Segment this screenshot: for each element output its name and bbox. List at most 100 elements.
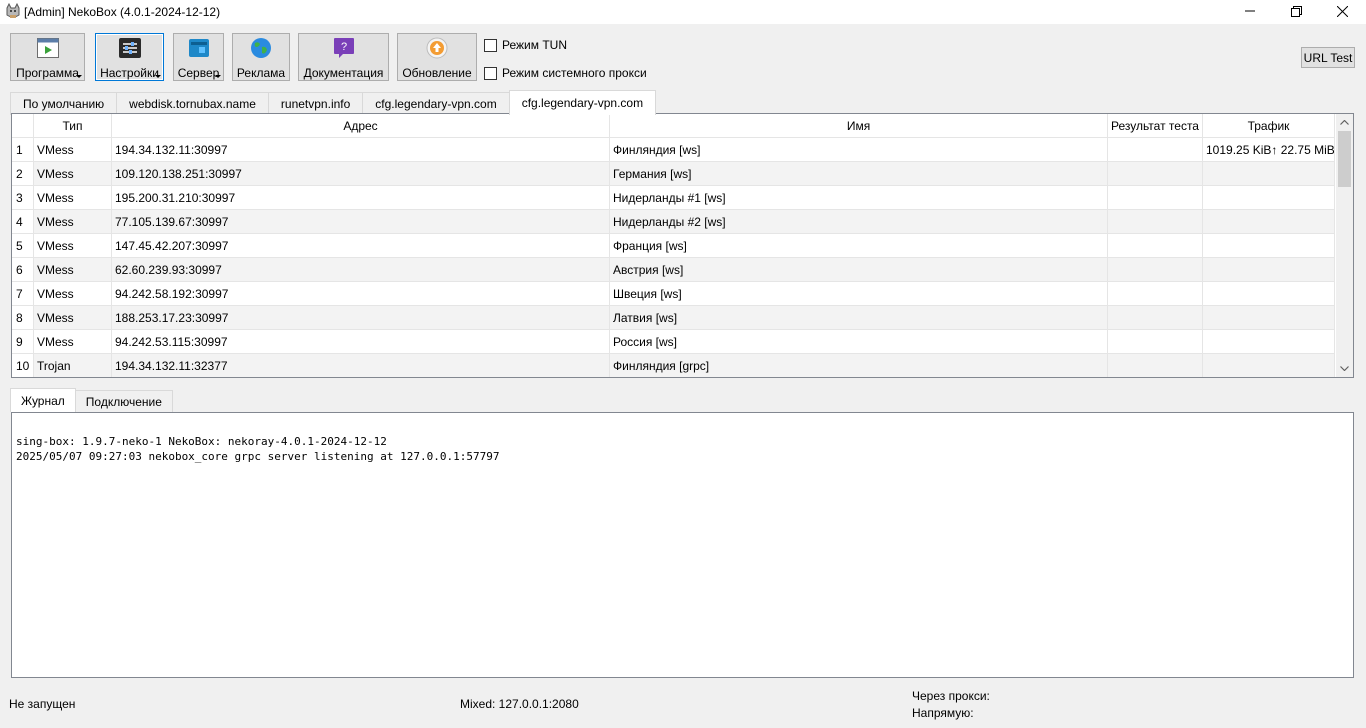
cell-address: 94.242.58.192:30997 bbox=[112, 282, 610, 306]
ads-button[interactable]: Реклама bbox=[232, 33, 290, 81]
svg-text:?: ? bbox=[340, 41, 346, 53]
log-output[interactable]: sing-box: 1.9.7-neko-1 NekoBox: nekoray-… bbox=[11, 412, 1354, 678]
tun-mode-label: Режим TUN bbox=[502, 38, 567, 52]
cell-test-result bbox=[1108, 306, 1203, 330]
cell-name: Латвия [ws] bbox=[610, 306, 1108, 330]
cell-name: Финляндия [ws] bbox=[610, 138, 1108, 162]
server-menu-button[interactable]: Сервер bbox=[173, 33, 224, 81]
globe-icon bbox=[250, 37, 272, 59]
tun-mode-checkbox-box[interactable] bbox=[484, 38, 497, 52]
tun-mode-checkbox[interactable]: Режим TUN bbox=[484, 38, 567, 52]
update-button[interactable]: Обновление bbox=[397, 33, 477, 81]
group-tab[interactable]: По умолчанию bbox=[10, 92, 118, 115]
tab-log[interactable]: Журнал bbox=[10, 388, 76, 412]
cell-name: Россия [ws] bbox=[610, 330, 1108, 354]
cell-address: 147.45.42.207:30997 bbox=[112, 234, 610, 258]
minimize-button[interactable] bbox=[1227, 0, 1273, 22]
table-row[interactable]: 9 VMess 94.242.53.115:30997 Россия [ws] bbox=[12, 330, 1335, 354]
cell-type: VMess bbox=[34, 282, 112, 306]
tab-connections[interactable]: Подключение bbox=[74, 390, 173, 412]
window-title: [Admin] NekoBox (4.0.1-2024-12-12) bbox=[24, 5, 221, 19]
row-number-header bbox=[12, 114, 34, 138]
cell-name: Нидерланды #2 [ws] bbox=[610, 210, 1108, 234]
scroll-up-arrow-icon[interactable] bbox=[1336, 114, 1353, 131]
table-row[interactable]: 4 VMess 77.105.139.67:30997 Нидерланды #2 [… bbox=[12, 210, 1335, 234]
chevron-down-icon bbox=[215, 75, 221, 78]
table-row[interactable]: 10 Trojan 194.34.132.11:32377 Финляндия [gr… bbox=[12, 354, 1335, 377]
update-icon bbox=[426, 37, 448, 59]
row-number: 8 bbox=[12, 306, 34, 330]
cell-traffic bbox=[1203, 258, 1335, 282]
scroll-down-arrow-icon[interactable] bbox=[1336, 360, 1353, 377]
status-via-proxy: Через прокси: bbox=[912, 689, 990, 703]
cell-address: 109.120.138.251:30997 bbox=[112, 162, 610, 186]
url-test-button[interactable]: URL Test bbox=[1301, 47, 1355, 68]
table-body: 1 VMess 194.34.132.11:30997 Финляндия [ws] 1… bbox=[12, 138, 1335, 377]
help-doc-icon: ? bbox=[333, 37, 355, 59]
cell-traffic bbox=[1203, 210, 1335, 234]
table-row[interactable]: 7 VMess 94.242.58.192:30997 Швеция [ws] bbox=[12, 282, 1335, 306]
settings-menu-button[interactable]: Настройки bbox=[95, 33, 164, 81]
restore-button[interactable] bbox=[1273, 0, 1319, 22]
table-scrollbar[interactable] bbox=[1336, 114, 1353, 377]
system-proxy-checkbox-box[interactable] bbox=[484, 66, 497, 80]
row-number: 3 bbox=[12, 186, 34, 210]
status-running-state: Не запущен bbox=[9, 697, 76, 711]
cell-address: 194.34.132.11:32377 bbox=[112, 354, 610, 377]
table-row[interactable]: 6 VMess 62.60.239.93:30997 Австрия [ws] bbox=[12, 258, 1335, 282]
cell-test-result bbox=[1108, 282, 1203, 306]
cell-type: VMess bbox=[34, 138, 112, 162]
row-number: 10 bbox=[12, 354, 34, 377]
settings-sliders-icon bbox=[118, 37, 141, 59]
column-header-address[interactable]: Адрес bbox=[112, 114, 610, 138]
row-number: 2 bbox=[12, 162, 34, 186]
cell-test-result bbox=[1108, 234, 1203, 258]
cell-traffic: 1019.25 KiB↑ 22.75 MiB↓ bbox=[1203, 138, 1335, 162]
cell-type: VMess bbox=[34, 210, 112, 234]
cell-type: VMess bbox=[34, 306, 112, 330]
column-header-traffic[interactable]: Трафик bbox=[1203, 114, 1335, 138]
documentation-label: Документация bbox=[303, 66, 384, 80]
cell-test-result bbox=[1108, 354, 1203, 377]
table-header: Тип Адрес Имя Результат теста Трафик bbox=[12, 114, 1335, 138]
column-header-name[interactable]: Имя bbox=[610, 114, 1108, 138]
row-number: 6 bbox=[12, 258, 34, 282]
cell-address: 77.105.139.67:30997 bbox=[112, 210, 610, 234]
program-menu-button[interactable]: Программа bbox=[10, 33, 85, 81]
title-bar: [Admin] NekoBox (4.0.1-2024-12-12) bbox=[0, 0, 1366, 24]
documentation-button[interactable]: ? Документация bbox=[298, 33, 389, 81]
table-row[interactable]: 5 VMess 147.45.42.207:30997 Франция [ws] bbox=[12, 234, 1335, 258]
cell-test-result bbox=[1108, 186, 1203, 210]
table-row[interactable]: 2 VMess 109.120.138.251:30997 Германия [ws] bbox=[12, 162, 1335, 186]
cell-name: Швеция [ws] bbox=[610, 282, 1108, 306]
cell-type: VMess bbox=[34, 258, 112, 282]
cell-name: Австрия [ws] bbox=[610, 258, 1108, 282]
bottom-tabs: Журнал Подключение bbox=[10, 388, 173, 412]
table-row[interactable]: 1 VMess 194.34.132.11:30997 Финляндия [ws] 1… bbox=[12, 138, 1335, 162]
cell-traffic bbox=[1203, 330, 1335, 354]
cell-type: VMess bbox=[34, 330, 112, 354]
row-number: 5 bbox=[12, 234, 34, 258]
scroll-thumb[interactable] bbox=[1338, 131, 1351, 187]
cell-traffic bbox=[1203, 234, 1335, 258]
server-icon bbox=[188, 37, 210, 59]
close-button[interactable] bbox=[1319, 0, 1365, 22]
row-number: 1 bbox=[12, 138, 34, 162]
group-tab[interactable]: cfg.legendary-vpn.com bbox=[362, 92, 510, 115]
cell-type: VMess bbox=[34, 234, 112, 258]
cell-type: Trojan bbox=[34, 354, 112, 377]
row-number: 9 bbox=[12, 330, 34, 354]
group-tab[interactable]: runetvpn.info bbox=[267, 92, 364, 115]
table-row[interactable]: 3 VMess 195.200.31.210:30997 Нидерланды #1 … bbox=[12, 186, 1335, 210]
log-line: 2025/05/07 09:27:03 nekobox_core grpc se… bbox=[16, 450, 500, 463]
group-tabs: По умолчанию webdisk.tornubax.name runet… bbox=[10, 90, 657, 115]
program-label: Программа bbox=[16, 66, 79, 80]
group-tab-active[interactable]: cfg.legendary-vpn.com bbox=[508, 90, 657, 115]
group-tab[interactable]: webdisk.tornubax.name bbox=[116, 92, 269, 115]
cell-type: VMess bbox=[34, 162, 112, 186]
app-cat-icon bbox=[5, 2, 21, 19]
system-proxy-checkbox[interactable]: Режим системного прокси bbox=[484, 66, 647, 80]
column-header-type[interactable]: Тип bbox=[34, 114, 112, 138]
table-row[interactable]: 8 VMess 188.253.17.23:30997 Латвия [ws] bbox=[12, 306, 1335, 330]
column-header-test-result[interactable]: Результат теста bbox=[1108, 114, 1203, 138]
